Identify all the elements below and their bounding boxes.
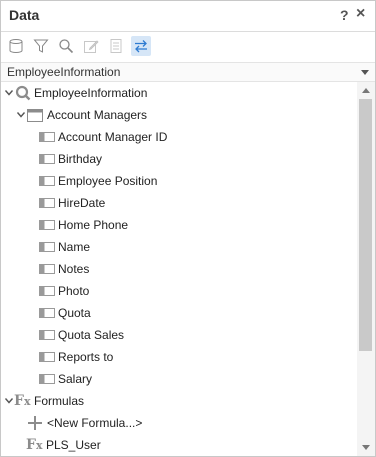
chevron-down-icon[interactable] [4, 390, 14, 412]
field-icon [39, 264, 55, 274]
data-source-value: EmployeeInformation [7, 65, 121, 79]
field-icon [39, 198, 55, 208]
tree-field-item[interactable]: Notes [1, 258, 356, 280]
tree-field-item[interactable]: Account Manager ID [1, 126, 356, 148]
data-source-dropdown[interactable]: EmployeeInformation [1, 63, 375, 82]
tree-field-item[interactable]: Quota [1, 302, 356, 324]
tree-node-label: PLS_User [46, 438, 101, 452]
tree-field-item[interactable]: Quota Sales [1, 324, 356, 346]
tree-field-item[interactable]: Reports to [1, 346, 356, 368]
field-icon [39, 308, 55, 318]
tree-field-label: Name [58, 240, 91, 254]
tree-node-formulas[interactable]: Fx Formulas [1, 390, 356, 412]
field-icon [39, 154, 55, 164]
tree-field-item[interactable]: Home Phone [1, 214, 356, 236]
field-icon [39, 132, 55, 142]
table-icon [27, 109, 43, 122]
panel-toolbar [1, 32, 375, 63]
tree-field-label: Reports to [58, 350, 114, 364]
field-icon [39, 374, 55, 384]
tree-node-label: Account Managers [47, 108, 148, 122]
tree-field-label: HireDate [58, 196, 106, 210]
tree-node-query[interactable]: EmployeeInformation [1, 82, 356, 104]
field-icon [39, 242, 55, 252]
database-icon[interactable] [6, 36, 26, 56]
swap-arrows-icon[interactable] [131, 36, 151, 56]
tree-field-item[interactable]: Birthday [1, 148, 356, 170]
tree-field-item[interactable]: Salary [1, 368, 356, 390]
tree-node-label: EmployeeInformation [34, 86, 148, 100]
filter-icon[interactable] [31, 36, 51, 56]
scrollbar-thumb[interactable] [359, 99, 372, 351]
close-button[interactable]: × [356, 5, 365, 23]
tree-field-label: Notes [58, 262, 90, 276]
tree-field-item[interactable]: Employee Position [1, 170, 356, 192]
new-formula-item[interactable]: <New Formula...> [1, 412, 356, 434]
scroll-up-icon[interactable] [362, 88, 370, 93]
help-button[interactable]: ? [340, 7, 349, 23]
panel-title: Data [9, 7, 40, 23]
vertical-scrollbar[interactable] [357, 82, 375, 456]
fx-icon: Fx [14, 393, 31, 409]
field-icon [39, 220, 55, 230]
tree-field-label: Home Phone [58, 218, 129, 232]
tree-field-label: Quota Sales [58, 328, 125, 342]
tree-field-label: Quota [58, 306, 91, 320]
fx-icon: Fx [26, 437, 43, 453]
data-panel: Data ? × EmployeeInformation EmployeeInf… [0, 0, 376, 457]
tree-field-label: Salary [58, 372, 93, 386]
tree-field-label: Birthday [58, 152, 103, 166]
plus-icon [28, 416, 42, 430]
scroll-down-icon[interactable] [362, 445, 370, 450]
tree-field-label: Photo [58, 284, 90, 298]
tree-node-table[interactable]: Account Managers [1, 104, 356, 126]
query-icon [15, 85, 31, 101]
chevron-down-icon [361, 70, 369, 75]
edit-icon[interactable] [81, 36, 101, 56]
tree-field-label: Account Manager ID [58, 130, 168, 144]
tree-field-item[interactable]: HireDate [1, 192, 356, 214]
chevron-down-icon[interactable] [16, 104, 26, 126]
formula-item[interactable]: Fx PLS_User [1, 434, 356, 456]
field-icon [39, 330, 55, 340]
tree-node-label: Formulas [34, 394, 85, 408]
tree-field-item[interactable]: Photo [1, 280, 356, 302]
field-icon [39, 352, 55, 362]
field-icon [39, 286, 55, 296]
data-tree: EmployeeInformation Account Managers Acc… [1, 82, 356, 456]
chevron-down-icon[interactable] [4, 82, 14, 104]
document-icon[interactable] [106, 36, 126, 56]
tree-field-item[interactable]: Name [1, 236, 356, 258]
search-icon[interactable] [56, 36, 76, 56]
field-icon [39, 176, 55, 186]
panel-titlebar: Data ? × [1, 1, 375, 32]
tree-field-label: Employee Position [58, 174, 158, 188]
tree-node-label: <New Formula...> [47, 416, 143, 430]
